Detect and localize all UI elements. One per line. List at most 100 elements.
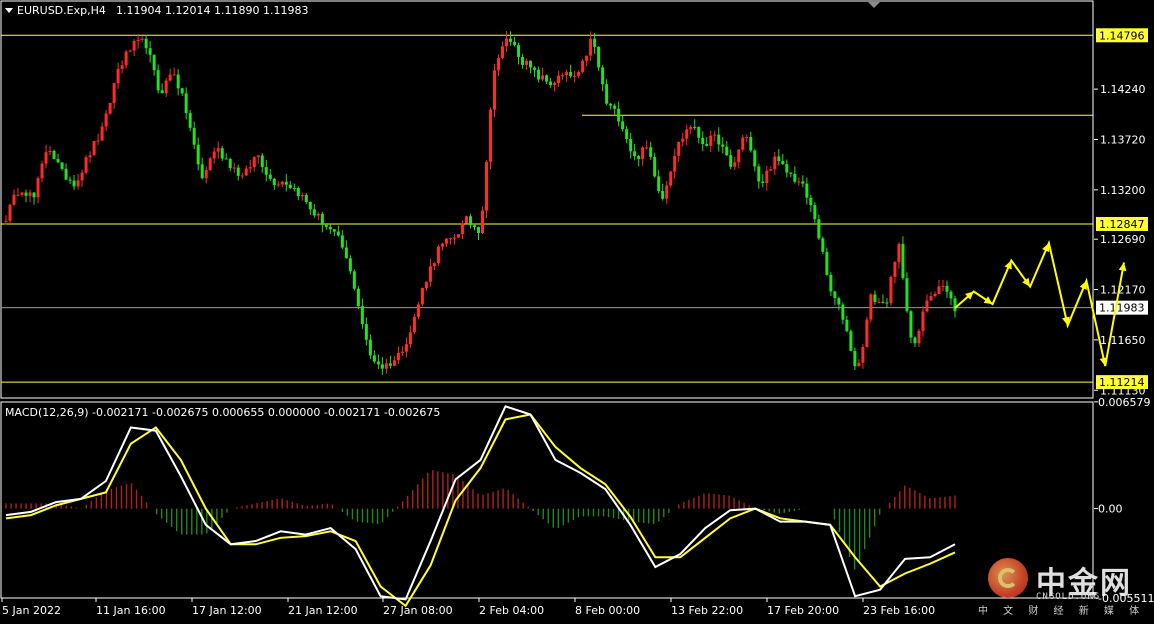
time-tick-label: 23 Feb 16:00	[863, 604, 935, 617]
candle-body	[753, 150, 757, 167]
candle-body	[4, 220, 8, 222]
candle-body	[376, 361, 380, 365]
candle-body	[769, 169, 773, 171]
price-tick-label: 1.14240	[1100, 83, 1146, 96]
candle-body	[40, 163, 44, 179]
watermark-en: CNGOLD.ORG	[1036, 592, 1101, 602]
chart-canvas[interactable]: EURUSD.Exp,H4 1.11904 1.12014 1.11890 1.1…	[0, 0, 1154, 620]
candle-body	[216, 148, 220, 152]
candle-body	[577, 72, 581, 76]
candle-body	[717, 134, 721, 145]
candle-body	[865, 319, 869, 347]
candle-body	[729, 155, 733, 167]
candle-body	[937, 286, 941, 294]
candle-body	[921, 311, 925, 331]
time-tick-label: 27 Jan 08:00	[383, 604, 453, 617]
candle-body	[721, 144, 725, 147]
candle-body	[685, 129, 689, 139]
candle-body	[857, 362, 861, 367]
candle-body	[308, 201, 312, 210]
candle-body	[745, 136, 749, 138]
candle-body	[472, 225, 476, 228]
price-tick-label: 1.13200	[1100, 184, 1146, 197]
candle-body	[324, 224, 328, 227]
candle-body	[569, 72, 573, 77]
candle-body	[192, 127, 196, 145]
candle-body	[316, 213, 320, 216]
candle-body	[789, 172, 793, 174]
candle-body	[521, 56, 525, 65]
candle-body	[112, 83, 116, 103]
candle-body	[641, 147, 645, 160]
candle-body	[489, 109, 493, 162]
candle-body	[128, 50, 132, 52]
candle-body	[557, 75, 561, 83]
candle-body	[581, 60, 585, 73]
candle-body	[709, 135, 713, 146]
candle-body	[813, 205, 817, 220]
candle-body	[16, 194, 20, 196]
candle-body	[509, 38, 513, 42]
candle-body	[665, 185, 669, 199]
candle-body	[184, 93, 188, 114]
candle-body	[869, 294, 873, 320]
candle-body	[344, 247, 348, 259]
candle-body	[44, 152, 48, 164]
last-price-label: 1.11983	[1099, 302, 1145, 315]
candle-body	[56, 158, 60, 163]
candle-body	[829, 274, 833, 292]
candle-body	[849, 331, 853, 351]
forecast-arrowhead	[1022, 277, 1031, 287]
candle-body	[176, 74, 180, 89]
candle-body	[785, 164, 789, 173]
candle-body	[276, 184, 280, 186]
candle-body	[172, 74, 176, 76]
candle-body	[160, 90, 164, 94]
candle-body	[561, 75, 565, 77]
candle-body	[352, 271, 356, 289]
candle-body	[773, 156, 777, 170]
time-tick-label: 11 Jan 16:00	[96, 604, 166, 617]
candle-body	[360, 306, 364, 325]
candle-body	[497, 57, 501, 71]
candle-body	[609, 103, 613, 106]
price-tick-label: 1.12690	[1100, 233, 1146, 246]
candle-body	[448, 238, 452, 240]
candle-body	[284, 181, 288, 185]
candle-body	[200, 164, 204, 179]
price-tick-label: 1.11650	[1100, 334, 1146, 347]
candle-body	[493, 70, 497, 110]
candle-body	[893, 262, 897, 277]
candle-body	[633, 151, 637, 157]
candle-body	[909, 311, 913, 338]
candle-body	[593, 38, 597, 47]
candle-body	[388, 363, 392, 366]
candle-body	[188, 113, 192, 128]
candle-body	[573, 75, 577, 77]
candle-body	[116, 68, 120, 84]
chart-shift-marker	[868, 2, 880, 8]
macd-histogram	[5, 470, 956, 570]
candle-body	[20, 192, 24, 195]
candle-body	[565, 72, 569, 76]
candle-body	[264, 167, 268, 175]
candle-body	[749, 136, 753, 151]
candle-body	[412, 316, 416, 333]
candle-body	[252, 157, 256, 168]
candles-group	[4, 31, 957, 375]
candle-body	[485, 161, 489, 211]
candle-body	[12, 194, 16, 205]
candle-body	[304, 194, 308, 202]
candle-body	[757, 166, 761, 182]
candle-body	[32, 192, 36, 198]
candle-body	[364, 324, 368, 340]
candle-body	[481, 210, 485, 234]
watermark: 中金网 CNGOLD.ORG 中 文 财 经 新 媒 体	[978, 552, 1148, 617]
candle-body	[777, 156, 781, 162]
candle-body	[292, 187, 296, 189]
candle-body	[244, 168, 248, 176]
time-tick-label: 2 Feb 04:00	[479, 604, 544, 617]
candle-body	[212, 151, 216, 159]
time-tick-label: 5 Jan 2022	[2, 604, 61, 617]
candle-body	[280, 181, 284, 185]
